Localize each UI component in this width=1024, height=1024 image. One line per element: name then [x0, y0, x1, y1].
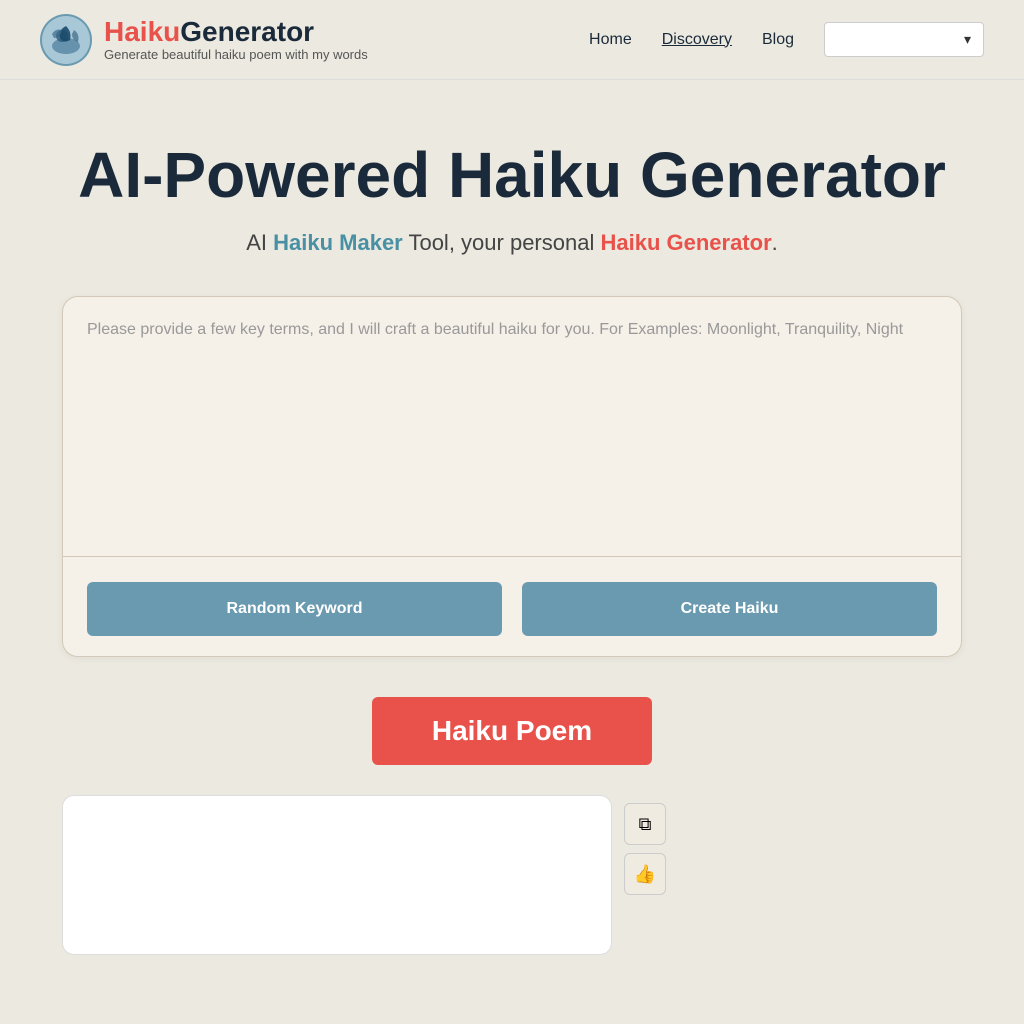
random-keyword-button[interactable]: Random Keyword [87, 582, 502, 636]
create-haiku-button[interactable]: Create Haiku [522, 582, 937, 636]
logo-title: HaikuGenerator [104, 17, 368, 48]
haiku-input[interactable] [63, 297, 961, 557]
nav-blog[interactable]: Blog [762, 31, 794, 49]
nav-dropdown[interactable]: ▾ [824, 22, 984, 57]
input-card: Random Keyword Create Haiku [62, 296, 962, 657]
subtitle-suffix: . [772, 230, 778, 255]
nav-home[interactable]: Home [589, 31, 632, 49]
main-nav: Home Discovery Blog ▾ [589, 22, 984, 57]
page-title: AI-Powered Haiku Generator [78, 140, 946, 210]
logo-subtitle: Generate beautiful haiku poem with my wo… [104, 47, 368, 62]
site-header: HaikuGenerator Generate beautiful haiku … [0, 0, 1024, 80]
main-content: AI-Powered Haiku Generator AI Haiku Make… [0, 80, 1024, 995]
like-icon: 👍 [634, 864, 656, 885]
poem-actions: ⧉ 👍 [624, 803, 666, 895]
subtitle-prefix: AI [246, 230, 273, 255]
like-button[interactable]: 👍 [624, 853, 666, 895]
logo-generator-text: Generator [180, 16, 314, 47]
subtitle-middle: Tool, your personal [403, 230, 601, 255]
copy-button[interactable]: ⧉ [624, 803, 666, 845]
subtitle-haiku-maker: Haiku Maker [273, 230, 403, 255]
poem-card [62, 795, 612, 955]
haiku-poem-badge: Haiku Poem [372, 697, 652, 765]
button-row: Random Keyword Create Haiku [63, 562, 961, 656]
page-subtitle: AI Haiku Maker Tool, your personal Haiku… [246, 230, 778, 256]
logo-text-area: HaikuGenerator Generate beautiful haiku … [104, 17, 368, 63]
logo-icon [40, 14, 92, 66]
copy-icon: ⧉ [639, 814, 652, 835]
subtitle-haiku-generator: Haiku Generator [600, 230, 771, 255]
logo-area: HaikuGenerator Generate beautiful haiku … [40, 14, 368, 66]
chevron-down-icon: ▾ [964, 31, 971, 48]
nav-discovery[interactable]: Discovery [662, 31, 732, 49]
logo-haiku-text: Haiku [104, 16, 180, 47]
poem-section: ⧉ 👍 [62, 795, 962, 955]
